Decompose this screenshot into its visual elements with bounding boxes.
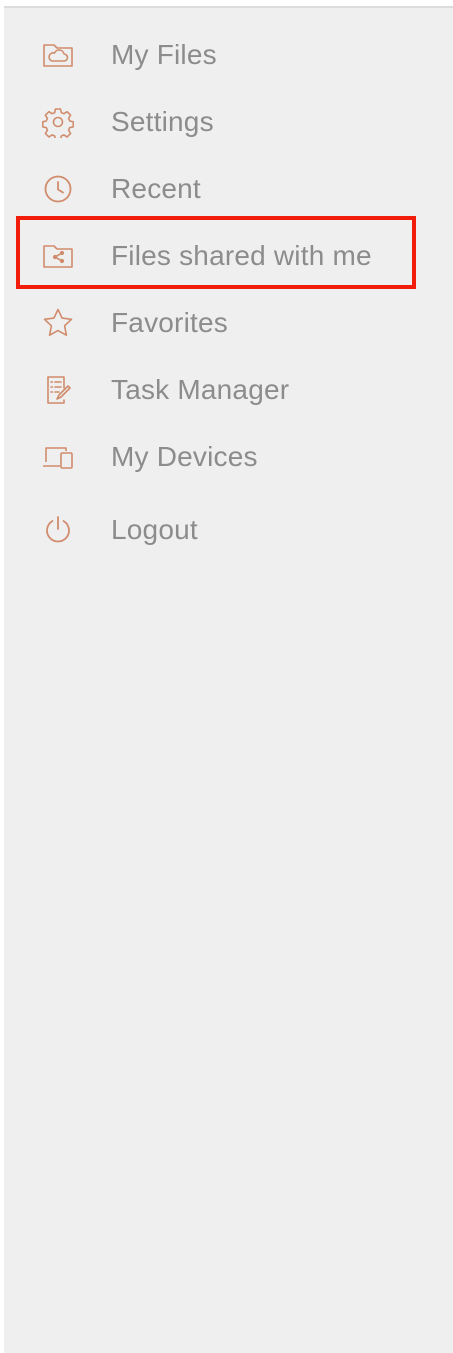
menu-item-settings[interactable]: Settings <box>4 92 453 152</box>
menu-item-label: Settings <box>111 106 214 137</box>
menu-item-label: Task Manager <box>111 374 290 405</box>
gear-icon <box>42 106 74 138</box>
menu-item-my-files[interactable]: My Files <box>4 25 453 85</box>
selection-highlight-box <box>16 216 416 289</box>
clock-icon <box>42 173 74 205</box>
menu-item-favorites[interactable]: Favorites <box>4 293 453 353</box>
menu-item-my-devices[interactable]: My Devices <box>4 427 453 487</box>
cloud-folder-icon <box>42 39 74 71</box>
task-list-icon <box>42 374 74 406</box>
menu-item-label: My Files <box>111 39 217 70</box>
navigation-drawer: My Files Settings Recent Files shared wi… <box>4 6 453 1353</box>
power-icon <box>42 514 74 546</box>
menu-item-logout[interactable]: Logout <box>4 500 453 560</box>
menu-item-task-manager[interactable]: Task Manager <box>4 360 453 420</box>
star-icon <box>42 307 74 339</box>
devices-icon <box>42 441 74 473</box>
menu-item-label: Recent <box>111 173 201 204</box>
menu-item-recent[interactable]: Recent <box>4 159 453 219</box>
menu-item-label: Favorites <box>111 307 228 338</box>
menu-item-label: Logout <box>111 514 198 545</box>
menu-item-label: My Devices <box>111 441 258 472</box>
